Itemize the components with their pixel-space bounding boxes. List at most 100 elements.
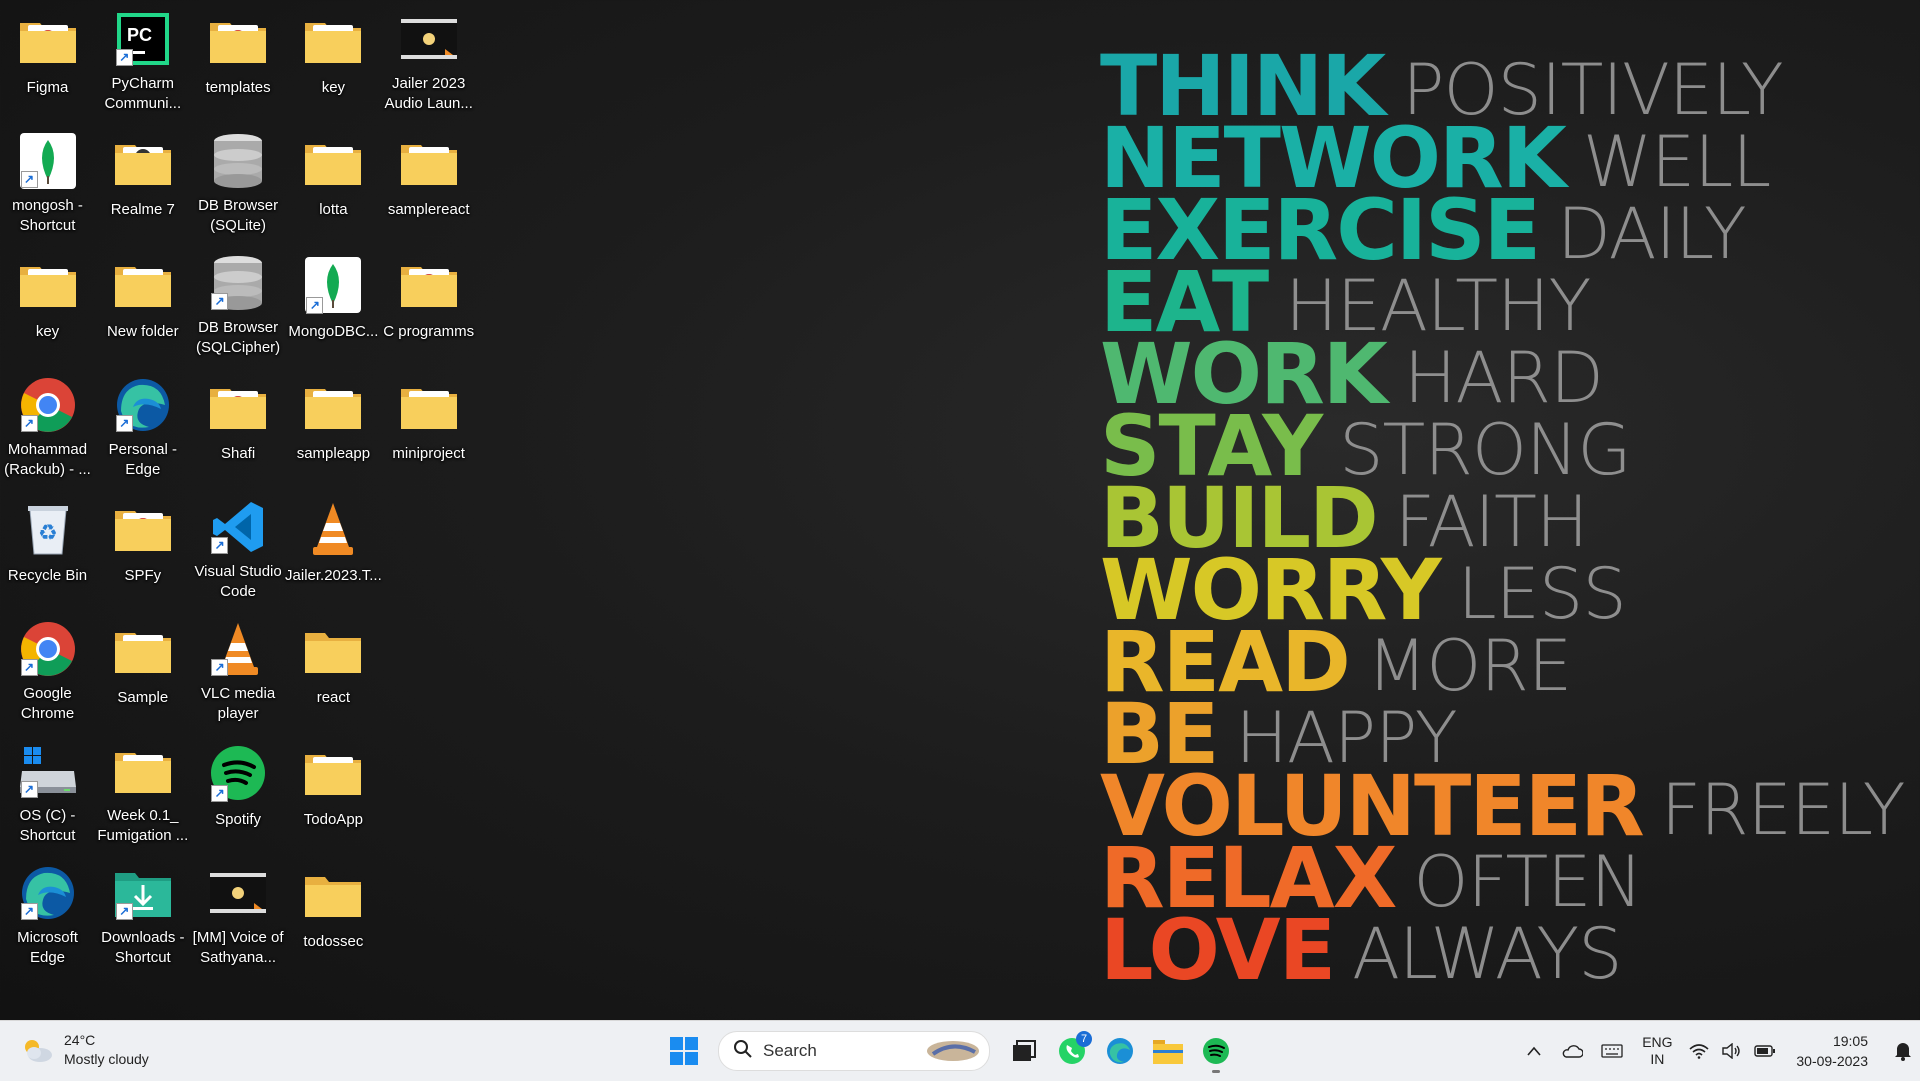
desktop-icon-label: todossec: [303, 933, 364, 950]
clock[interactable]: 19:05 30-09-2023: [1796, 1031, 1868, 1071]
desktop-icon[interactable]: ↗ Personal - Edge: [95, 368, 190, 480]
desktop-icon[interactable]: Shafi: [191, 368, 286, 480]
desktop-icon[interactable]: ↗ MongoDBC...: [286, 246, 381, 358]
edge-taskbar-button[interactable]: [1096, 1029, 1144, 1073]
video-icon: [398, 10, 460, 68]
desktop-icon[interactable]: templates: [191, 2, 286, 114]
taskbar: 24°C Mostly cloudy Search 7 ENG IN 19:05…: [0, 1020, 1920, 1081]
taskbar-search[interactable]: Search: [718, 1031, 990, 1071]
folder-edge-icon: [398, 254, 460, 316]
downloads-icon: ↗: [112, 864, 174, 922]
desktop-icon[interactable]: key: [286, 2, 381, 114]
desktop-icon-label: templates: [205, 79, 271, 96]
folder-icon: [1153, 1040, 1183, 1064]
desktop-icon[interactable]: Sample: [95, 612, 190, 724]
desktop-icon-label: SPFy: [124, 567, 162, 584]
touch-keyboard-button[interactable]: [1592, 1021, 1632, 1081]
whatsapp-badge: 7: [1076, 1031, 1092, 1047]
desktop-icon[interactable]: [MM] Voice of Sathyana...: [191, 856, 286, 968]
desktop-icon[interactable]: New folder: [95, 246, 190, 358]
desktop-icon-label: VLC media player: [200, 685, 276, 722]
desktop-icon[interactable]: ↗ Downloads - Shortcut: [95, 856, 190, 968]
desktop-icon[interactable]: miniproject: [381, 368, 476, 480]
desktop-icon-label: TodoApp: [303, 811, 363, 828]
desktop-icon-label: react: [316, 689, 351, 706]
desktop-icon[interactable]: PC ↗ PyCharm Communi...: [95, 2, 190, 114]
vlc-icon: [302, 498, 364, 560]
desktop-icon[interactable]: lotta: [286, 124, 381, 236]
folder-icon: [112, 254, 174, 316]
desktop-icon[interactable]: key: [0, 246, 95, 358]
folder-edge-icon: [17, 10, 79, 72]
desktop-icon[interactable]: ↗ Spotify: [191, 734, 286, 846]
desktop-icon[interactable]: todossec: [286, 856, 381, 968]
desktop-icon[interactable]: ↗ Google Chrome: [0, 612, 95, 724]
desktop-icon[interactable]: TodoApp: [286, 734, 381, 846]
desktop-icon[interactable]: Figma: [0, 2, 95, 114]
desktop-icon[interactable]: ↗ DB Browser (SQLCipher): [191, 246, 286, 358]
desktop-icon[interactable]: ♻ Recycle Bin: [0, 490, 95, 602]
whatsapp-taskbar-button[interactable]: 7: [1048, 1029, 1096, 1073]
desktop-icon-label: Figma: [26, 79, 69, 96]
desktop-icon[interactable]: Jailer.2023.T...: [285, 490, 382, 602]
weather-temp: 24°C: [64, 1032, 96, 1048]
desktop-icon[interactable]: sampleapp: [286, 368, 381, 480]
notifications-button[interactable]: [1886, 1021, 1920, 1081]
desktop-icon[interactable]: Realme 7: [95, 124, 190, 236]
desktop-icon[interactable]: ↗ Microsoft Edge: [0, 856, 95, 968]
desktop-icon[interactable]: Week 0.1_ Fumigation ...: [95, 734, 190, 846]
desktop-icon-label: lotta: [319, 201, 348, 218]
desktop-icon[interactable]: ↗ mongosh - Shortcut: [0, 124, 95, 236]
spotify-icon: [1203, 1038, 1229, 1064]
start-button[interactable]: [660, 1029, 708, 1073]
task-view-button[interactable]: [1000, 1029, 1048, 1073]
desktop-icon-label: New folder: [106, 323, 179, 340]
folder-icon: [17, 254, 79, 316]
keyboard-icon: [1601, 1044, 1624, 1058]
desktop-icon[interactable]: ↗ OS (C) - Shortcut: [0, 734, 95, 846]
chevron-up-icon: [1527, 1046, 1541, 1056]
recycle-icon: ♻: [17, 498, 79, 560]
shortcut-arrow-icon: ↗: [306, 297, 324, 314]
wallpaper-thin-word: FAITH: [1394, 481, 1589, 563]
wallpaper-quote: THINK POSITIVELY NETWORK WELL EXERCISE DAILY E…: [1100, 44, 1906, 992]
desktop-icon-label: samplereact: [387, 201, 470, 218]
shortcut-arrow-icon: ↗: [115, 903, 133, 920]
spotify-taskbar-button[interactable]: [1192, 1029, 1240, 1073]
shortcut-arrow-icon: ↗: [115, 49, 133, 66]
language-code: ENG: [1642, 1034, 1673, 1050]
folder-icon: [302, 132, 364, 194]
svg-text:♻: ♻: [38, 521, 58, 546]
language-indicator[interactable]: ENG IN: [1632, 1021, 1682, 1081]
desktop-icon-label: DB Browser (SQLite): [198, 197, 279, 234]
show-hidden-icons-button[interactable]: [1516, 1021, 1552, 1081]
shortcut-arrow-icon: ↗: [20, 781, 38, 798]
desktop-icon[interactable]: react: [286, 612, 381, 724]
desktop-icon[interactable]: SPFy: [95, 490, 190, 602]
wifi-icon: [1689, 1044, 1709, 1059]
weather-widget[interactable]: 24°C Mostly cloudy: [20, 1031, 149, 1069]
chrome-icon: ↗: [17, 376, 79, 434]
wallpaper-thin-word: HEALTHY: [1285, 265, 1591, 347]
desktop-icon[interactable]: samplereact: [381, 124, 476, 236]
desktop-icon[interactable]: ↗ Mohammad (Rackub) - ...: [0, 368, 95, 480]
desktop-icon-label: DB Browser (SQLCipher): [195, 319, 281, 356]
drive-icon: ↗: [17, 742, 79, 800]
desktop-icon[interactable]: ↗ Visual Studio Code: [191, 490, 286, 602]
onedrive-button[interactable]: [1552, 1021, 1592, 1081]
quick-settings-button[interactable]: [1682, 1021, 1782, 1081]
desktop-icon-label: Sample: [117, 689, 169, 706]
vscode-icon: ↗: [207, 498, 269, 556]
folder-icon: [302, 742, 364, 804]
desktop-icon-label: PyCharm Communi...: [104, 75, 182, 112]
desktop-icon-label: key: [35, 323, 60, 340]
windows-icon: [670, 1037, 698, 1065]
task-view-icon: [1013, 1040, 1036, 1061]
desktop-icon[interactable]: Jailer 2023 Audio Laun...: [381, 2, 476, 114]
folder-edge-icon: [207, 376, 269, 438]
desktop-icon[interactable]: DB Browser (SQLite): [191, 124, 286, 236]
desktop-icon[interactable]: C programms: [381, 246, 476, 358]
desktop-icon[interactable]: ↗ VLC media player: [191, 612, 286, 724]
file-explorer-button[interactable]: [1144, 1029, 1192, 1073]
svg-text:PC: PC: [127, 25, 152, 45]
